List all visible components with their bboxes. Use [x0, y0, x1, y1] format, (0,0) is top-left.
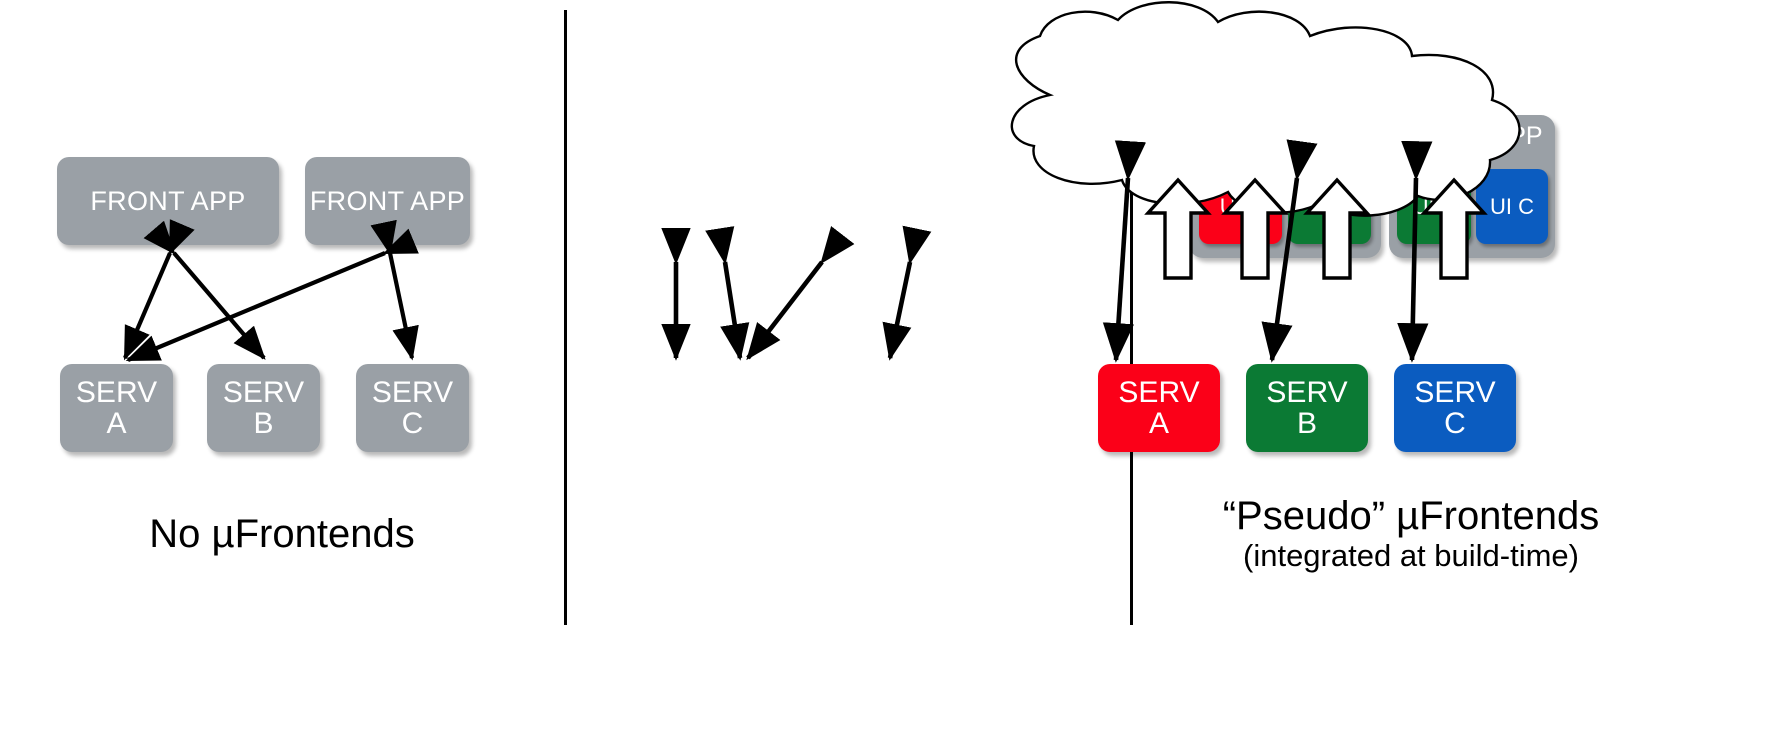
panel-caption-text: No µFrontends: [149, 512, 415, 556]
front-app-label: FRONT APP: [309, 185, 466, 216]
service-box[interactable]: SERV A: [60, 364, 173, 452]
service-box[interactable]: SERV C: [356, 364, 469, 452]
panel-no-microfrontends: FRONT APP FRONT APP SERV A SERV B SERV C…: [0, 0, 564, 739]
service-box[interactable]: SERV B: [207, 364, 320, 452]
panel-caption: No µFrontends: [0, 512, 564, 557]
front-app-label: FRONT APP: [90, 185, 246, 216]
service-name: SERV: [222, 375, 305, 409]
front-app-box[interactable]: FRONT APP: [57, 157, 279, 245]
front-app-box[interactable]: FRONT APP: [305, 157, 470, 245]
panel-true-microfrontends: “Microfrontends server” UI A UI B UI C F…: [1130, 0, 1791, 739]
service-name: SERV: [75, 375, 158, 409]
service-id: C: [401, 407, 424, 440]
panel-pseudo-microfrontends: FRONT APP UI A UI B FRONT APP UI B UI C …: [564, 0, 1599, 739]
service-id: A: [106, 407, 127, 440]
service-id: B: [253, 407, 274, 440]
diagram-canvas: FRONT APP FRONT APP SERV A SERV B SERV C…: [0, 0, 1791, 739]
service-name: SERV: [371, 375, 454, 409]
